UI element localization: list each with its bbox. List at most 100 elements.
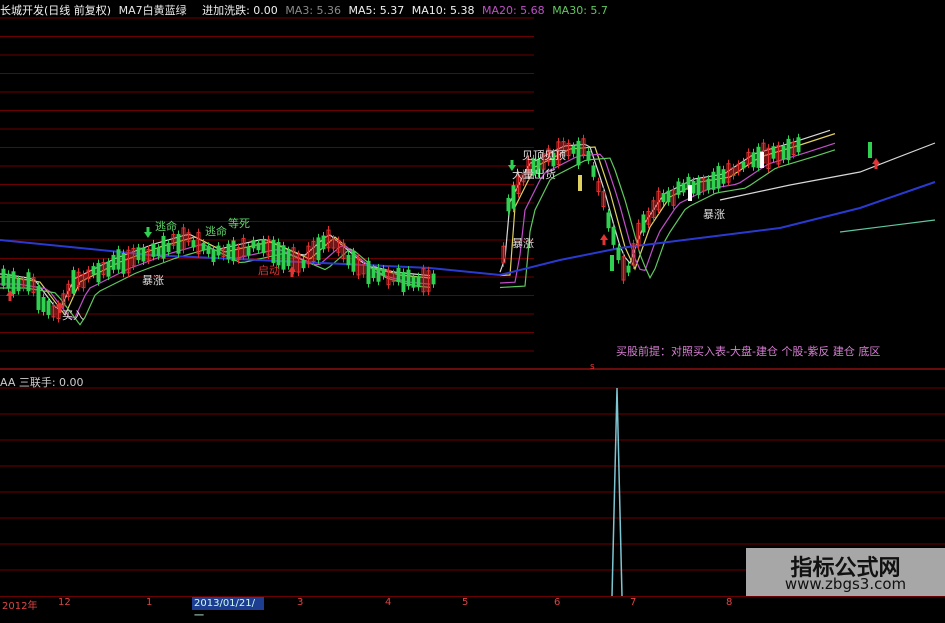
ma20-value: MA20: 5.68 — [481, 4, 545, 17]
candle-body — [626, 265, 631, 273]
annotation-buy: 买入 — [62, 309, 84, 322]
ma-legend: MA7白黄蓝绿 — [118, 4, 187, 17]
candle-body — [616, 247, 621, 261]
watermark: 指标公式网 www.zbgs3.com — [746, 548, 945, 596]
candle-body — [151, 243, 156, 257]
grid-lines — [0, 17, 945, 571]
candle-body — [376, 267, 381, 282]
date-tick: 5 — [462, 597, 469, 608]
candle-body — [281, 245, 286, 270]
candle-body — [191, 240, 196, 248]
candle-body — [251, 240, 256, 249]
annotation-distribution: 大量出货 — [512, 168, 556, 181]
candle-body — [201, 242, 206, 251]
candle-body — [121, 252, 126, 274]
candle-body — [688, 185, 692, 201]
candle-body — [116, 249, 121, 270]
ma-line — [719, 142, 936, 201]
candle-body — [91, 266, 96, 275]
selected-date[interactable]: 2013/01/21/一 — [192, 597, 264, 622]
candle-body — [36, 286, 41, 310]
stock-chart-window: 长城开发(日线 前复权) MA7白黄蓝绿 进加洗跌: 0.00 MA3: 5.3… — [0, 0, 945, 622]
candle-body — [211, 249, 216, 262]
arrow-stem — [8, 296, 12, 301]
date-tick: 4 — [385, 597, 392, 608]
arrow-stem — [602, 240, 606, 245]
candle-body — [641, 214, 646, 233]
candle-body — [316, 237, 321, 261]
candle-body — [578, 175, 582, 191]
candle-body — [411, 276, 416, 288]
candle-body — [611, 226, 616, 245]
candle-body — [760, 152, 764, 168]
candle-body — [106, 261, 111, 277]
date-tick: 1 — [146, 597, 153, 608]
candle-body — [301, 259, 306, 269]
buy-arrow-icon — [600, 234, 608, 240]
indicator-label: AA 三联手: 0.00 — [0, 376, 84, 389]
candle-body — [41, 296, 46, 312]
candle-body — [96, 263, 101, 283]
candle-body — [271, 239, 276, 263]
candle-body — [711, 171, 716, 190]
annotation-escape-1: 逃命 — [155, 220, 177, 233]
buy-premise-note: 买股前提：对照买入表-大盘-建仓 个股-紫反 建仓 底区 — [616, 345, 881, 358]
sell-arrow-icon — [144, 232, 152, 238]
candle-body — [666, 190, 671, 203]
candle-body — [206, 245, 211, 254]
annotation-surge-2: 暴涨 — [512, 237, 534, 250]
candle-body — [371, 268, 376, 279]
candle-body — [16, 279, 21, 292]
watermark-url: www.zbgs3.com — [784, 575, 907, 593]
date-tick: 6 — [554, 597, 561, 608]
candle-body — [506, 197, 511, 212]
candle-body — [716, 166, 721, 189]
candle-body — [751, 152, 756, 168]
stock-title: 长城开发(日线 前复权) — [0, 4, 112, 17]
annotation-wait: 等死 — [228, 217, 250, 230]
candle-body — [396, 267, 401, 282]
candle-body — [381, 268, 386, 277]
date-tick: 2012年 — [2, 601, 38, 612]
candle-body — [256, 242, 261, 251]
candle-body — [231, 240, 236, 262]
arrow-stem — [874, 164, 878, 169]
candle-body — [346, 254, 351, 266]
candle-body — [166, 242, 171, 253]
annotation-start: 启动 — [258, 264, 280, 277]
candle-body — [1, 268, 6, 286]
candle-body — [721, 169, 726, 184]
candle-body — [796, 137, 801, 153]
candle-body — [786, 138, 791, 161]
ma3-value: MA3: 5.36 — [285, 4, 342, 17]
candle-body — [216, 245, 221, 256]
arrow-stem — [510, 160, 514, 165]
ma30-value: MA30: 5.7 — [552, 4, 608, 17]
candle-body — [71, 270, 76, 294]
candle-body — [571, 145, 576, 154]
ma-long-line — [0, 181, 936, 277]
candlesticks — [1, 133, 872, 323]
candle-body — [161, 235, 166, 259]
kline-chart[interactable] — [0, 0, 945, 609]
candle-body — [416, 276, 421, 288]
annotation-escape-2: 逃命 — [205, 225, 227, 238]
candle-body — [696, 178, 701, 196]
arrow-stem — [146, 227, 150, 232]
date-tick: 7 — [630, 597, 637, 608]
candle-body — [431, 273, 436, 285]
chart-header: 长城开发(日线 前复权) MA7白黄蓝绿 进加洗跌: 0.00 MA3: 5.3… — [0, 2, 612, 18]
candle-body — [286, 250, 291, 267]
candle-body — [586, 150, 591, 161]
candle-body — [351, 251, 356, 272]
ma-value-jjxd: 进加洗跌: 0.00 — [202, 4, 278, 17]
signal-marker: s — [590, 362, 595, 372]
date-tick: 12 — [58, 597, 71, 608]
candle-body — [610, 255, 614, 271]
date-axis[interactable]: 2012年 12 1 2013/01/21/一 3 4 5 6 7 8 — [0, 596, 945, 622]
candle-body — [676, 181, 681, 195]
buy-arrow-icon — [872, 158, 880, 164]
candle-body — [226, 243, 231, 260]
candle-body — [406, 269, 411, 287]
candle-body — [576, 140, 581, 166]
